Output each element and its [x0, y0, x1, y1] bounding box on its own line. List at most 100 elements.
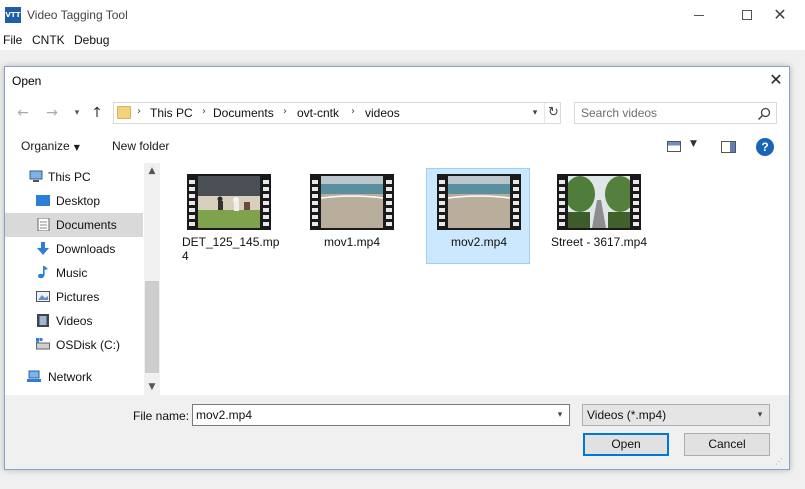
forward-button[interactable]: →	[42, 103, 62, 123]
menu-file[interactable]: File	[3, 33, 22, 47]
open-button[interactable]: Open	[583, 433, 669, 456]
resize-grip-icon[interactable]: ⋰	[775, 457, 787, 467]
scroll-up-icon[interactable]: ▲	[144, 163, 160, 179]
recent-locations-button[interactable]: ▾	[67, 103, 87, 123]
nav-item-videos[interactable]: Videos	[5, 309, 143, 333]
nav-item-pictures[interactable]: Pictures	[5, 285, 143, 309]
network-icon	[27, 370, 41, 382]
nav-item-this-pc[interactable]: This PC	[5, 165, 143, 189]
scroll-down-icon[interactable]: ▼	[144, 379, 160, 395]
organize-label: Organize	[21, 139, 70, 153]
menu-cntk[interactable]: CNTK	[32, 33, 65, 47]
file-name-field[interactable]: mov2.mp4 ▾	[192, 404, 570, 426]
breadcrumb-documents[interactable]: Documents	[213, 106, 274, 120]
chevron-right-icon: ›	[283, 106, 287, 117]
file-name-label: File name:	[133, 409, 190, 423]
video-thumbnail	[310, 174, 394, 230]
preview-pane-icon[interactable]	[721, 141, 736, 153]
file-item-mov2[interactable]: mov2.mp4	[426, 168, 530, 264]
nav-item-desktop[interactable]: Desktop	[5, 189, 143, 213]
minimize-icon	[694, 14, 704, 16]
help-icon[interactable]: ?	[756, 138, 774, 156]
app-title: Video Tagging Tool	[27, 8, 128, 22]
computer-icon	[29, 170, 43, 182]
chevron-right-icon: ›	[202, 106, 206, 117]
file-name: mov1.mp4	[323, 235, 381, 249]
breadcrumb-videos[interactable]: videos	[365, 106, 400, 120]
search-input[interactable]	[581, 105, 751, 121]
refresh-icon[interactable]: ↻	[544, 103, 562, 123]
beach-thumbnail	[448, 176, 510, 228]
desktop-icon	[36, 195, 50, 206]
address-bar[interactable]: › This PC › Documents › ovt-cntk › video…	[113, 102, 561, 124]
nav-label: Desktop	[56, 194, 101, 208]
file-name: Street - 3617.mp4	[550, 235, 648, 249]
search-box[interactable]	[574, 102, 777, 124]
chevron-down-icon: ▾	[757, 410, 763, 420]
nav-label: OSDisk (C:)	[56, 338, 120, 352]
address-dropdown-icon[interactable]: ▾	[526, 103, 544, 123]
navigation-pane: This PC Desktop Documents Downloads Musi…	[5, 163, 160, 395]
dialog-toolbar: Organize ▼ New folder ▼ ?	[5, 133, 789, 161]
video-thumbnail	[437, 174, 521, 230]
file-type-value: Videos (*.mp4)	[587, 408, 667, 422]
organize-button[interactable]: Organize ▼	[21, 139, 80, 153]
nav-item-network[interactable]: Network	[5, 365, 143, 389]
file-name-line-1: DET_125_145.mp	[182, 235, 280, 249]
nav-item-downloads[interactable]: Downloads	[5, 237, 143, 261]
file-item-street-3617[interactable]: Street - 3617.mp4	[547, 169, 651, 265]
nav-item-osdisk[interactable]: OSDisk (C:)	[5, 333, 143, 357]
breadcrumb-this-pc[interactable]: This PC	[150, 106, 193, 120]
nav-label: Documents	[56, 218, 117, 232]
chevron-right-icon: ›	[351, 106, 355, 117]
nav-label: Pictures	[56, 290, 100, 304]
dialog-title: Open	[12, 74, 42, 88]
menu-debug[interactable]: Debug	[74, 33, 109, 47]
up-folder-button[interactable]: ↑	[87, 103, 107, 123]
search-icon	[757, 107, 771, 121]
beach-thumbnail	[321, 176, 383, 228]
file-type-select[interactable]: Videos (*.mp4) ▾	[582, 404, 770, 426]
maximize-icon	[742, 10, 752, 20]
dialog-footer: File name: mov2.mp4 ▾ Videos (*.mp4) ▾ O…	[5, 395, 789, 469]
nav-label: This PC	[48, 170, 91, 184]
disk-icon	[36, 338, 50, 350]
scrollbar-thumb[interactable]	[145, 281, 159, 373]
chevron-right-icon: ›	[137, 106, 141, 117]
view-options-button[interactable]: ▼	[690, 139, 697, 149]
nav-label: Network	[48, 370, 93, 384]
close-icon: ✕	[773, 5, 787, 24]
cancel-button[interactable]: Cancel	[684, 433, 770, 456]
file-item-det-125-145[interactable]: DET_125_145.mp 4	[177, 169, 281, 265]
baseball-field-thumbnail	[198, 176, 260, 228]
navigation-scrollbar[interactable]: ▲ ▼	[144, 163, 160, 395]
nav-item-documents[interactable]: Documents	[5, 213, 143, 237]
dialog-close-button[interactable]: ✕	[765, 71, 787, 91]
nav-item-music[interactable]: Music	[5, 261, 143, 285]
app-close-button[interactable]: ✕	[757, 0, 803, 30]
file-name: DET_125_145.mp 4	[182, 235, 282, 263]
app-logo-icon: VTT	[5, 7, 21, 23]
documents-icon	[37, 218, 50, 231]
video-thumbnail	[557, 174, 641, 230]
new-folder-button[interactable]: New folder	[112, 139, 169, 153]
folder-icon	[117, 106, 131, 119]
nav-label: Downloads	[56, 242, 116, 256]
back-button[interactable]: ←	[13, 103, 33, 123]
app-titlebar: VTT Video Tagging Tool ✕	[0, 0, 805, 30]
file-item-mov1[interactable]: mov1.mp4	[300, 169, 404, 265]
change-view-icon[interactable]	[667, 141, 681, 152]
app-menubar: File CNTK Debug	[0, 30, 805, 50]
chevron-down-icon: ▼	[73, 143, 80, 152]
chevron-down-icon[interactable]: ▾	[551, 405, 569, 425]
video-thumbnail	[187, 174, 271, 230]
nav-label: Videos	[56, 314, 93, 328]
file-name: mov2.mp4	[450, 235, 508, 249]
nav-label: Music	[56, 266, 88, 280]
file-list: DET_125_145.mp 4 mov1.mp4 mov2.mp4 Stree…	[161, 163, 789, 395]
breadcrumb-ovt-cntk[interactable]: ovt-cntk	[297, 106, 339, 120]
music-icon	[38, 266, 48, 279]
minimize-button[interactable]	[676, 0, 722, 30]
tree-lined-street-thumbnail	[568, 176, 630, 228]
file-name-line-2: 4	[182, 249, 189, 263]
